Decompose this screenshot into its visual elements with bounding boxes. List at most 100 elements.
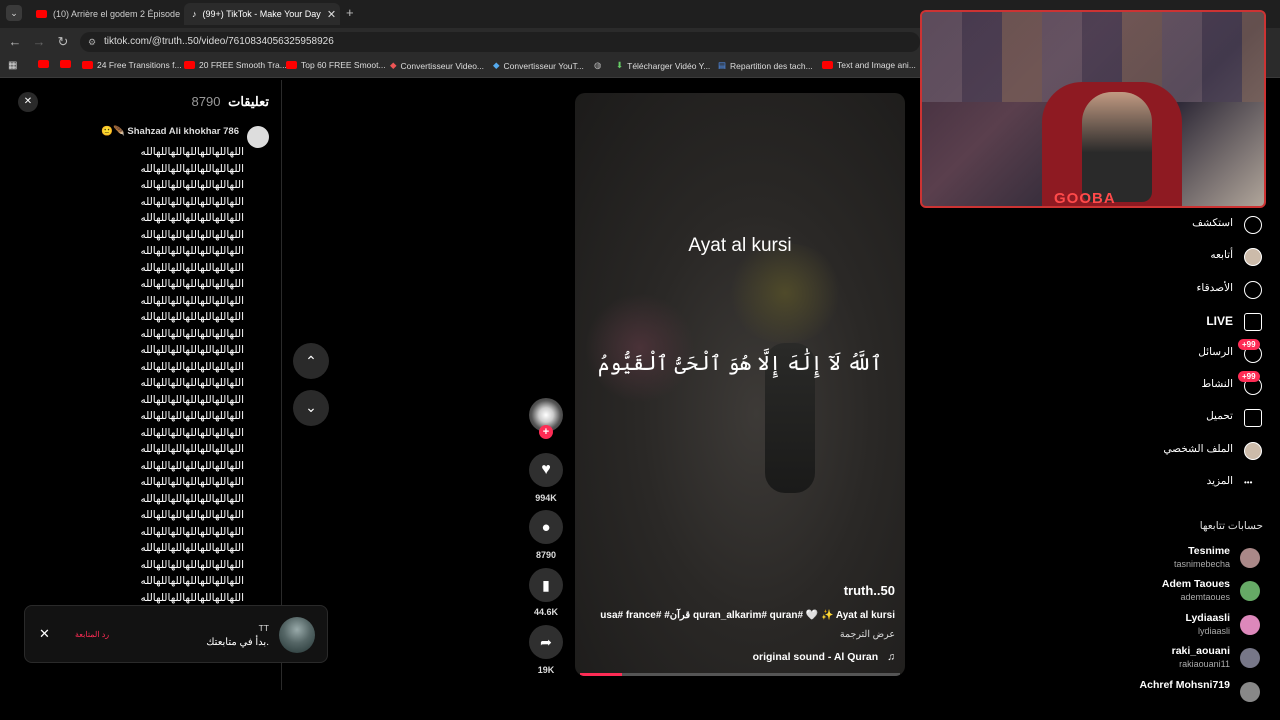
sidenav-label: النشاط bbox=[1201, 378, 1233, 390]
bookmark-item[interactable]: 20 FREE Smooth Tra... bbox=[184, 60, 287, 70]
following-avatar-icon bbox=[1244, 248, 1262, 266]
following-header: حسابات تتابعها bbox=[1199, 520, 1263, 532]
next-video-button[interactable]: ⌄ bbox=[293, 390, 329, 426]
account-name: Lydiaasli bbox=[1185, 612, 1230, 624]
bookmark-item[interactable]: ◆ Convertisseur YouT... bbox=[493, 60, 584, 71]
sidenav-item[interactable]: النشاط +99 bbox=[1130, 371, 1270, 397]
comment-text-line: اللهاللهاللهاللهاللهاللهالله bbox=[140, 146, 244, 158]
bookmark-item[interactable]: 24 Free Transitions f... bbox=[82, 60, 182, 70]
comment-text-line: اللهاللهاللهاللهاللهاللهالله bbox=[140, 195, 244, 208]
following-account[interactable]: Adem Taoues ademtaoues bbox=[1120, 578, 1270, 606]
comment-button[interactable]: ● bbox=[529, 510, 563, 544]
close-tab-icon[interactable]: ✕ bbox=[327, 8, 336, 21]
youtube-icon bbox=[36, 10, 47, 18]
url-text: tiktok.com/@truth..50/video/761083405632… bbox=[104, 36, 334, 47]
bookmark-label: Top 60 FREE Smoot... bbox=[301, 60, 386, 70]
comment-text-line: اللهاللهاللهاللهاللهاللهالله bbox=[140, 360, 244, 373]
sidenav-item[interactable]: الأصدقاء bbox=[1130, 279, 1270, 301]
video-bg-flower bbox=[725, 243, 845, 343]
like-button[interactable]: ♥ bbox=[529, 453, 563, 487]
bookmark-item[interactable]: Text and Image ani... bbox=[822, 60, 916, 70]
bookmark-label: Convertisseur Video... bbox=[400, 60, 485, 71]
tab-list-button[interactable]: ⌄ bbox=[6, 5, 22, 21]
save-count: 44.6K bbox=[533, 607, 559, 617]
save-button[interactable]: ▮ bbox=[529, 568, 563, 602]
bookmark-item[interactable]: Top 60 FREE Smoot... bbox=[286, 60, 386, 70]
youtube-icon bbox=[60, 60, 71, 68]
forward-icon[interactable]: → bbox=[30, 33, 48, 51]
follow-back-link[interactable]: رد المتابعة bbox=[75, 630, 109, 639]
apps-icon[interactable]: ▦ bbox=[8, 60, 17, 71]
url-field[interactable]: ⚙ tiktok.com/@truth..50/video/7610834056… bbox=[80, 32, 920, 52]
following-account[interactable]: Tesnime tasnimebecha bbox=[1120, 545, 1270, 573]
sidenav-label: استكشف bbox=[1192, 217, 1233, 229]
follow-plus-button[interactable]: + bbox=[539, 425, 553, 439]
comment-text-line: اللهاللهاللهاللهاللهاللهالله bbox=[140, 245, 244, 257]
reload-icon[interactable]: ↻ bbox=[54, 33, 72, 51]
bookmark-item[interactable]: ⬇ Télécharger Vidéo Y... bbox=[616, 60, 710, 71]
following-account[interactable]: Lydiaasli lydiaasli bbox=[1120, 612, 1270, 640]
progress-track[interactable] bbox=[580, 673, 900, 676]
bookmark-item[interactable]: ◆ Convertisseur Video... bbox=[390, 60, 484, 71]
sidenav-item[interactable]: استكشف bbox=[1130, 214, 1270, 236]
comment-author[interactable]: 🙂🪶 Shahzad Ali khokhar 786 bbox=[101, 126, 239, 137]
bookmark-label: Repartition des tach... bbox=[730, 60, 813, 71]
account-username: tasnimebecha bbox=[1173, 559, 1230, 569]
site-info-icon[interactable]: ⚙ bbox=[88, 32, 96, 52]
notification-badge: +99 bbox=[1238, 339, 1260, 350]
account-name: Achref Mohsni719 bbox=[1139, 679, 1230, 691]
sound-label[interactable]: original sound - Al Quran ♫ bbox=[753, 651, 895, 663]
more-icon: ••• bbox=[1244, 478, 1253, 487]
comment-text-line: اللهاللهاللهاللهاللهاللهالله bbox=[140, 426, 244, 439]
comment-text-line: اللهاللهاللهاللهاللهاللهالله bbox=[140, 459, 244, 472]
comments-panel: ✕ تعليقات 8790 🙂🪶 Shahzad Ali khokhar 78… bbox=[0, 80, 282, 690]
converter-icon: ◆ bbox=[390, 60, 397, 70]
share-button[interactable]: ➦ bbox=[529, 625, 563, 659]
account-name: raki_aouani bbox=[1171, 645, 1230, 657]
new-tab-button[interactable]: + bbox=[346, 5, 354, 20]
account-avatar bbox=[1240, 615, 1260, 635]
emoji-icon: 🙂🪶 bbox=[101, 126, 128, 137]
webcam-logo: GOOBA bbox=[1054, 190, 1116, 207]
bookmark-yt-1[interactable] bbox=[38, 60, 49, 68]
comment-text-line: اللهاللهاللهاللهاللهاللهالله bbox=[140, 443, 244, 455]
video-author[interactable]: truth..50 bbox=[844, 583, 895, 598]
video-player[interactable]: Ayat al kursi ٱللَّهُ لَآ إِلَٰهَ إِلَّا… bbox=[575, 93, 905, 676]
comment-text-line: اللهاللهاللهاللهاللهاللهالله bbox=[140, 344, 244, 356]
following-account[interactable]: Achref Mohsni719 bbox=[1120, 679, 1270, 707]
commenter-avatar[interactable] bbox=[247, 126, 269, 148]
youtube-icon bbox=[184, 61, 195, 69]
upload-icon bbox=[1244, 409, 1262, 427]
back-icon[interactable]: ← bbox=[6, 33, 24, 51]
account-name: Adem Taoues bbox=[1161, 578, 1230, 590]
share-count: 19K bbox=[537, 665, 555, 675]
translate-link[interactable]: عرض الترجمة bbox=[840, 629, 895, 640]
youtube-icon bbox=[82, 61, 93, 69]
close-toast-button[interactable]: ✕ bbox=[39, 626, 50, 642]
close-comments-button[interactable]: ✕ bbox=[18, 92, 38, 112]
tab-title: (10) Arrière el godem 2 Épisode bbox=[53, 9, 180, 19]
comment-text-line: اللهاللهاللهاللهاللهاللهالله bbox=[140, 525, 244, 538]
comment-text-line: اللهاللهاللهاللهاللهاللهالله bbox=[140, 228, 244, 241]
sidenav-item[interactable]: LIVE bbox=[1130, 311, 1270, 333]
toast-avatar[interactable] bbox=[279, 617, 315, 653]
video-bg-flower bbox=[585, 293, 695, 403]
sidenav-item[interactable]: تحميل bbox=[1130, 407, 1270, 429]
tab-tiktok[interactable]: ♪ (99+) TikTok - Make Your Day ✕ bbox=[184, 3, 340, 25]
sidenav-label: الرسائل bbox=[1198, 346, 1233, 358]
bookmark-item[interactable]: ◍ bbox=[594, 60, 601, 71]
sidenav-label: أتابعه bbox=[1210, 249, 1233, 261]
bookmark-label: Convertisseur YouT... bbox=[503, 60, 584, 71]
sidenav-item[interactable]: الرسائل +99 bbox=[1130, 339, 1270, 365]
comment-text-line: اللهاللهاللهاللهاللهاللهالله bbox=[140, 294, 244, 307]
sidenav-item[interactable]: أتابعه bbox=[1130, 246, 1270, 268]
sidenav-item[interactable]: الملف الشخصي bbox=[1130, 440, 1270, 462]
tab-youtube[interactable]: (10) Arrière el godem 2 Épisode ✕ bbox=[28, 3, 180, 25]
sidenav-item[interactable]: المزيد ••• bbox=[1130, 472, 1270, 494]
following-account[interactable]: raki_aouani rakiaouani11 bbox=[1120, 645, 1270, 673]
bookmark-yt-2[interactable] bbox=[60, 60, 71, 68]
globe-icon: ◍ bbox=[594, 60, 602, 70]
comment-text-line: اللهاللهاللهاللهاللهاللهالله bbox=[140, 327, 244, 340]
previous-video-button[interactable]: ⌃ bbox=[293, 343, 329, 379]
bookmark-item[interactable]: ▤ Repartition des tach... bbox=[718, 60, 813, 71]
